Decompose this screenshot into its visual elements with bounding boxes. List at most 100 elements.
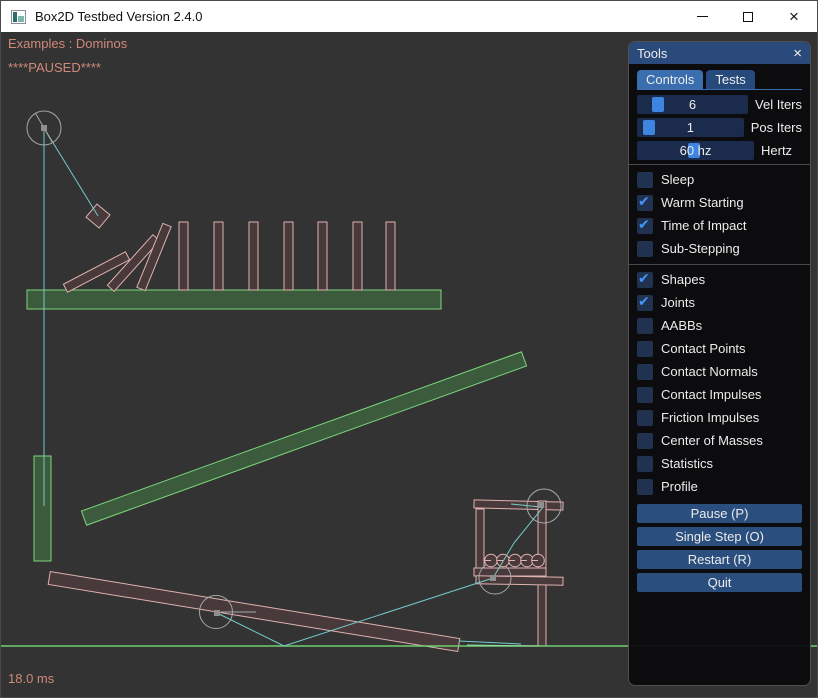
checkbox-profile[interactable]: [637, 479, 653, 495]
tab-controls[interactable]: Controls: [637, 70, 703, 89]
slider-pos-iters[interactable]: 1: [637, 118, 744, 137]
panel-content: ControlsTests 6 Vel Iters 1 Pos Iters 60 hz H…: [629, 70, 810, 592]
single-step-o-button[interactable]: Single Step (O): [637, 527, 802, 546]
joint-anchor: [538, 502, 544, 508]
checkbox-row-statistics: Statistics: [637, 452, 802, 475]
example-label: Examples : Dominos: [8, 36, 127, 51]
slider-hertz[interactable]: 60 hz: [637, 141, 754, 160]
checkbox-label: Contact Impulses: [661, 387, 761, 402]
checkbox-label: AABBs: [661, 318, 702, 333]
checkbox-warm-starting[interactable]: ✔: [637, 195, 653, 211]
separator: [629, 264, 810, 265]
checkbox-contact-impulses[interactable]: [637, 387, 653, 403]
joint-anchor: [41, 125, 47, 131]
slider-value: 60 hz: [637, 141, 754, 160]
checkbox-friction-impulses[interactable]: [637, 410, 653, 426]
green-pillar: [34, 456, 51, 561]
window-title: Box2D Testbed Version 2.4.0: [35, 9, 202, 24]
slider-label: Pos Iters: [751, 120, 802, 135]
checkbox-statistics[interactable]: [637, 456, 653, 472]
checkmark-icon: ✔: [638, 293, 650, 310]
separator: [629, 164, 810, 165]
restart-r-button[interactable]: Restart (R): [637, 550, 802, 569]
pause-p-button[interactable]: Pause (P): [637, 504, 802, 523]
domino[interactable]: [284, 222, 293, 290]
checkbox-row-contact-impulses: Contact Impulses: [637, 383, 802, 406]
cart-lower-bar[interactable]: [476, 576, 563, 586]
domino[interactable]: [249, 222, 258, 290]
app-window: Box2D Testbed Version 2.4.0 × Examples :…: [0, 0, 818, 698]
checkbox-row-friction-impulses: Friction Impulses: [637, 406, 802, 429]
slider-value: 6: [637, 95, 748, 114]
slider-vel-iters[interactable]: 6: [637, 95, 748, 114]
panel-title: Tools: [637, 46, 667, 61]
checkbox-contact-normals[interactable]: [637, 364, 653, 380]
tab-tests[interactable]: Tests: [706, 70, 754, 89]
physics-canvas[interactable]: Examples : Dominos ****PAUSED**** 18.0 m…: [1, 32, 818, 698]
domino[interactable]: [353, 222, 362, 290]
panel-titlebar[interactable]: Tools ×: [629, 42, 810, 64]
checkbox-label: Contact Normals: [661, 364, 758, 379]
green-ramp: [81, 352, 526, 525]
checkbox-label: Time of Impact: [661, 218, 746, 233]
joint-line: [459, 641, 521, 644]
maximize-button[interactable]: [725, 1, 771, 32]
checkbox-joints[interactable]: ✔: [637, 295, 653, 311]
domino[interactable]: [318, 222, 327, 290]
checkbox-row-joints: ✔Joints: [637, 291, 802, 314]
checkbox-label: Sleep: [661, 172, 694, 187]
slider-row-hertz: 60 hz Hertz: [637, 141, 802, 160]
domino[interactable]: [214, 222, 223, 290]
checkbox-label: Shapes: [661, 272, 705, 287]
checkmark-icon: ✔: [638, 193, 650, 210]
checkbox-label: Center of Masses: [661, 433, 763, 448]
checkbox-row-time-of-impact: ✔ Time of Impact: [637, 214, 802, 237]
minimize-button[interactable]: [679, 1, 725, 32]
tab-bar: ControlsTests: [637, 70, 802, 90]
checkbox-row-shapes: ✔ Shapes: [637, 268, 802, 291]
checkbox-label: Friction Impulses: [661, 410, 759, 425]
checkbox-shapes[interactable]: ✔: [637, 272, 653, 288]
slider-label: Vel Iters: [755, 97, 802, 112]
maximize-icon: [743, 12, 753, 22]
quit-button[interactable]: Quit: [637, 573, 802, 592]
checkbox-label: Contact Points: [661, 341, 746, 356]
cart-left-post[interactable]: [476, 509, 484, 574]
checkbox-label: Statistics: [661, 456, 713, 471]
checkbox-contact-points[interactable]: [637, 341, 653, 357]
checkbox-aabbs[interactable]: [637, 318, 653, 334]
paused-label: ****PAUSED****: [8, 60, 101, 75]
checkbox-row-contact-normals: Contact Normals: [637, 360, 802, 383]
slider-label: Hertz: [761, 143, 792, 158]
panel-close-icon[interactable]: ×: [793, 46, 802, 61]
app-icon: [11, 10, 26, 24]
minimize-icon: [697, 16, 708, 17]
checkbox-sleep[interactable]: [637, 172, 653, 188]
window-titlebar[interactable]: Box2D Testbed Version 2.4.0 ×: [1, 1, 817, 32]
checkmark-icon: ✔: [638, 270, 650, 287]
checkbox-row-sub-stepping: Sub-Stepping: [637, 237, 802, 260]
checkbox-row-contact-points: Contact Points: [637, 337, 802, 360]
slider-group: 6 Vel Iters 1 Pos Iters 60 hz Hertz: [637, 95, 802, 160]
checkbox-row-center-of-masses: Center of Masses: [637, 429, 802, 452]
checkbox-row-sleep: Sleep: [637, 168, 802, 191]
button-group: Pause (P) Single Step (O) Restart (R) Quit: [637, 504, 802, 592]
joint-anchor: [214, 610, 220, 616]
checkbox-row-aabbs: AABBs: [637, 314, 802, 337]
domino[interactable]: [386, 222, 395, 290]
checkbox-row-warm-starting: ✔Warm Starting: [637, 191, 802, 214]
slider-row-vel-iters: 6 Vel Iters: [637, 95, 802, 114]
domino[interactable]: [179, 222, 188, 290]
joint-anchor: [490, 575, 496, 581]
tools-panel: Tools × ControlsTests 6 Vel Iters 1 Pos Ite…: [628, 41, 811, 686]
checkbox-sub-stepping[interactable]: [637, 241, 653, 257]
close-icon: ×: [789, 8, 799, 25]
slider-row-pos-iters: 1 Pos Iters: [637, 118, 802, 137]
green-shelf: [27, 290, 441, 309]
checkbox-label: Profile: [661, 479, 698, 494]
close-button[interactable]: ×: [771, 1, 817, 32]
checkbox-time-of-impact[interactable]: ✔: [637, 218, 653, 234]
checkbox-center-of-masses[interactable]: [637, 433, 653, 449]
checkmark-icon: ✔: [638, 216, 650, 233]
checkbox-label: Sub-Stepping: [661, 241, 740, 256]
